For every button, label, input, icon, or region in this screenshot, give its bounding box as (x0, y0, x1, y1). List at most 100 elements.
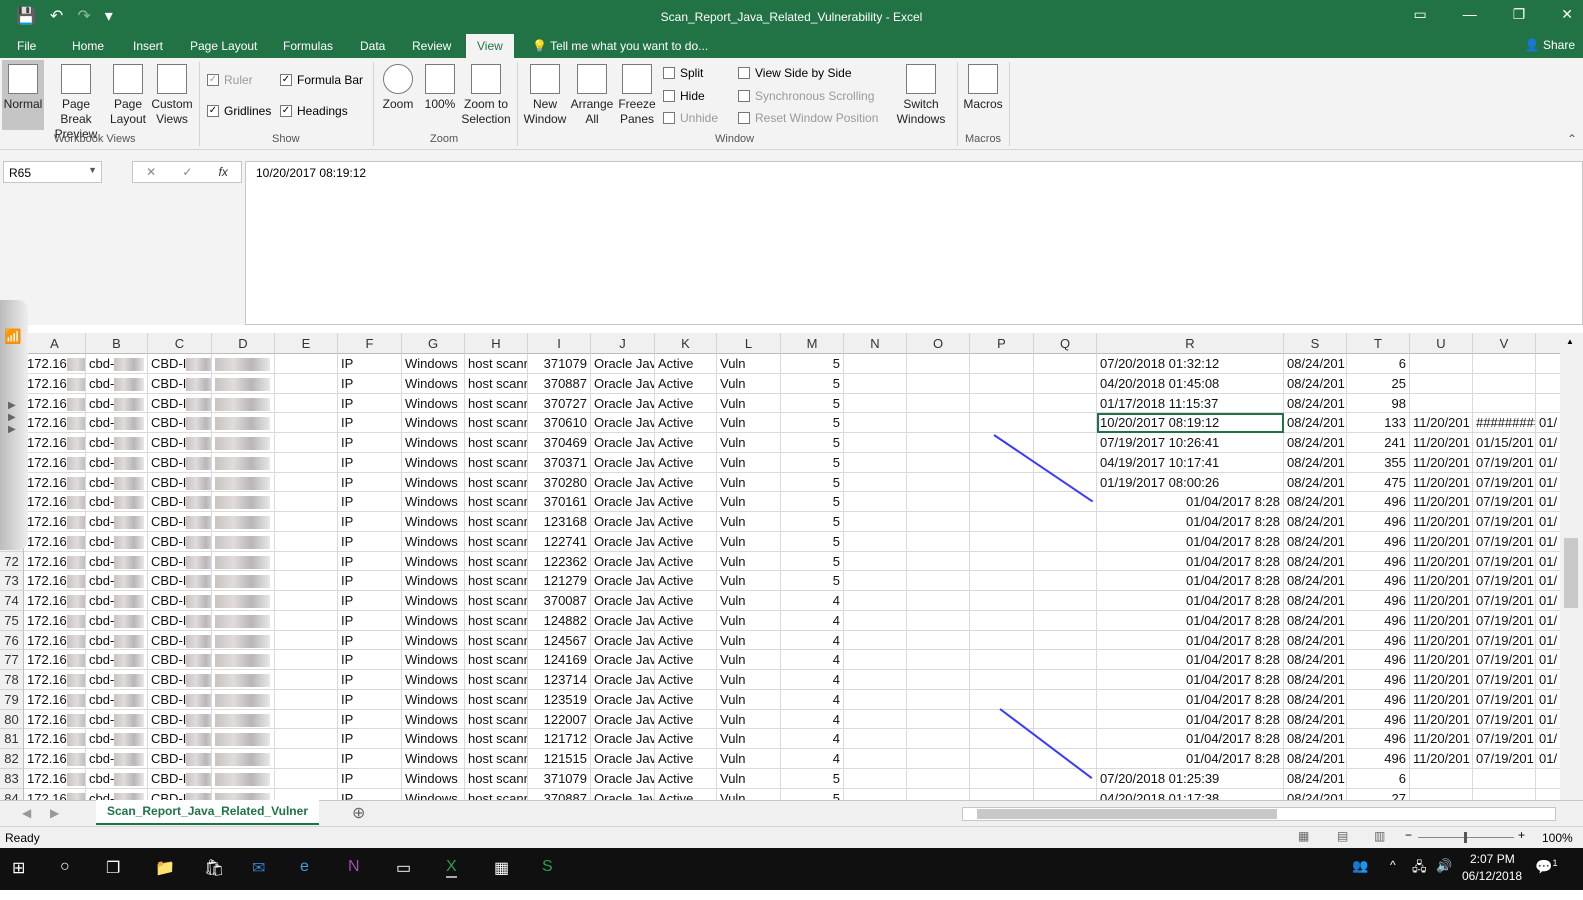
cell-w[interactable]: 01/ (1536, 690, 1560, 710)
cell-r[interactable]: 01/04/2017 8:28 (1097, 492, 1284, 512)
cell-i[interactable]: 370161 (528, 492, 591, 512)
cell-v[interactable]: 01/15/201 (1473, 433, 1536, 453)
cell-m[interactable]: 5 (781, 354, 844, 374)
cell-j[interactable]: Oracle Jav (591, 768, 655, 789)
cell-w[interactable]: 01/ (1536, 670, 1560, 690)
arrange-all-button[interactable]: Arrange All (570, 60, 614, 127)
cell-g[interactable]: Windows (402, 512, 465, 532)
cell-l[interactable]: Vuln (717, 413, 781, 433)
cell-c[interactable]: CBD-I (148, 709, 212, 730)
cell-s[interactable]: 08/24/201 (1284, 512, 1347, 532)
cell-o[interactable] (907, 433, 970, 453)
cell-t[interactable]: 496 (1347, 709, 1410, 730)
row-header[interactable]: 80 (0, 709, 24, 730)
cell-w[interactable]: 01/ (1536, 433, 1560, 453)
cell-q[interactable] (1034, 768, 1097, 789)
cell-r[interactable]: 01/04/2017 8:28 (1097, 709, 1284, 730)
cell-h[interactable]: host scanr (465, 571, 528, 591)
cell-f[interactable]: IP (338, 788, 402, 800)
cell-e[interactable] (275, 768, 338, 789)
page-layout-button[interactable]: Page Layout (108, 60, 148, 127)
cell-c[interactable]: CBD-I (148, 630, 212, 651)
reset-window-position-button[interactable]: Reset Window Position (738, 111, 878, 125)
cell-u[interactable]: 11/20/201 (1410, 689, 1473, 710)
cell-p[interactable] (970, 749, 1034, 769)
cell-j[interactable]: Oracle Jav (591, 571, 655, 591)
cell-g[interactable]: Windows (402, 433, 465, 453)
cell-g[interactable]: Windows (402, 373, 465, 394)
cell-j[interactable]: Oracle Jav (591, 551, 655, 572)
cell-r[interactable]: 01/04/2017 8:28 (1097, 630, 1284, 651)
cell-k[interactable]: Active (655, 749, 717, 769)
cell-j[interactable]: Oracle Jav (591, 354, 655, 374)
row-header[interactable]: 81 (0, 729, 24, 749)
calculator-icon[interactable]: ▦ (494, 858, 509, 878)
cell-j[interactable]: Oracle Jav (591, 670, 655, 690)
cell-f[interactable]: IP (338, 433, 402, 453)
cell-o[interactable] (907, 452, 970, 473)
cell-e[interactable] (275, 729, 338, 749)
cell-a[interactable]: 172.16 (24, 610, 86, 631)
cell-h[interactable]: host scanr (465, 551, 528, 572)
unhide-button[interactable]: Unhide (663, 111, 718, 125)
row-header[interactable]: 79 (0, 689, 24, 710)
cell-b[interactable]: cbd- (86, 670, 148, 690)
cell-f[interactable]: IP (338, 610, 402, 631)
cell-u[interactable] (1410, 768, 1473, 789)
cell-a[interactable]: 172.16 (24, 689, 86, 710)
cell-a[interactable]: 172.16 (24, 551, 86, 572)
cell-d[interactable] (212, 788, 275, 800)
cell-p[interactable] (970, 531, 1034, 552)
cell-g[interactable]: Windows (402, 354, 465, 374)
app-icon[interactable]: S (542, 858, 553, 876)
tab-formulas[interactable]: Formulas (283, 39, 333, 53)
page-break-preview-button[interactable]: Page Break Preview (46, 60, 106, 142)
cell-w[interactable]: 01/ (1536, 611, 1560, 631)
column-header-T[interactable]: T (1347, 333, 1410, 354)
cell-w[interactable] (1536, 394, 1560, 414)
cell-t[interactable]: 496 (1347, 630, 1410, 651)
cell-k[interactable]: Active (655, 373, 717, 394)
cell-f[interactable]: IP (338, 551, 402, 572)
cell-l[interactable]: Vuln (717, 709, 781, 730)
cell-e[interactable] (275, 512, 338, 532)
cell-d[interactable] (212, 610, 275, 631)
cell-e[interactable] (275, 709, 338, 730)
cell-u[interactable]: 11/20/201 (1410, 492, 1473, 512)
horizontal-scrollbar[interactable] (962, 807, 1556, 821)
cell-c[interactable]: CBD-I (148, 610, 212, 631)
cell-d[interactable] (212, 492, 275, 512)
cell-m[interactable]: 5 (781, 413, 844, 433)
cell-c[interactable]: CBD-I (148, 512, 212, 532)
cell-e[interactable] (275, 551, 338, 572)
cell-b[interactable]: cbd- (86, 551, 148, 572)
cell-l[interactable]: Vuln (717, 768, 781, 789)
cell-e[interactable] (275, 452, 338, 473)
column-header-G[interactable]: G (402, 333, 465, 354)
cell-e[interactable] (275, 591, 338, 611)
cell-a[interactable]: 172.16 (24, 512, 86, 532)
column-header-D[interactable]: D (212, 333, 275, 354)
cell-e[interactable] (275, 492, 338, 512)
cell-j[interactable]: Oracle Jav (591, 531, 655, 552)
cell-e[interactable] (275, 433, 338, 453)
cell-f[interactable]: IP (338, 492, 402, 512)
cell-b[interactable]: cbd- (86, 709, 148, 730)
ribbon-display-icon[interactable]: ▭ (1413, 6, 1426, 23)
cell-q[interactable] (1034, 413, 1097, 433)
cell-d[interactable] (212, 354, 275, 374)
cell-f[interactable]: IP (338, 670, 402, 690)
cell-k[interactable]: Active (655, 709, 717, 730)
cell-m[interactable]: 4 (781, 650, 844, 670)
normal-view-button[interactable]: Normal (2, 60, 44, 130)
insert-function-icon[interactable]: fx (219, 165, 228, 179)
cell-g[interactable]: Windows (402, 452, 465, 473)
cell-t[interactable]: 496 (1347, 749, 1410, 769)
cell-i[interactable]: 122741 (528, 531, 591, 552)
normal-view-icon[interactable]: ▦ (1298, 829, 1309, 843)
cell-q[interactable] (1034, 591, 1097, 611)
cell-l[interactable]: Vuln (717, 571, 781, 591)
column-header-C[interactable]: C (148, 333, 212, 354)
cell-a[interactable]: 172.16 (24, 749, 86, 769)
cell-c[interactable]: CBD-I (148, 492, 212, 512)
